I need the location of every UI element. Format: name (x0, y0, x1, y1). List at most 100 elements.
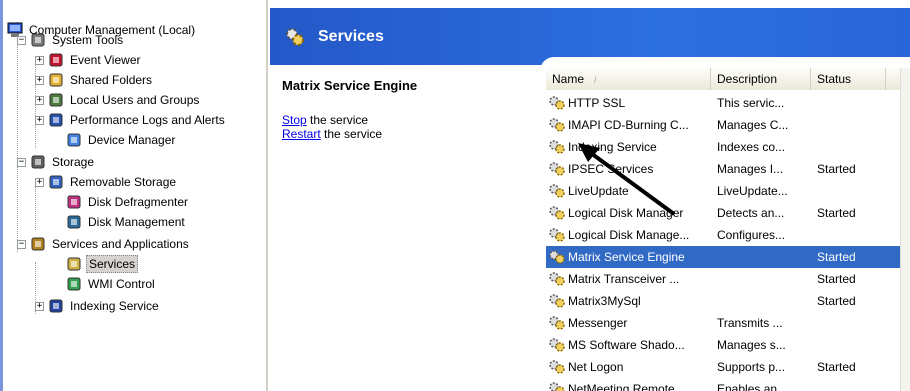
service-description: LiveUpdate... (717, 184, 788, 198)
tree-item-local-users-and-groups[interactable]: + Local Users and Groups (35, 90, 201, 110)
tree-item-indexing-service[interactable]: + Indexing Service (35, 296, 161, 316)
service-name-cell: MS Software Shado... (546, 337, 711, 353)
tree-item-label: Indexing Service (70, 299, 159, 313)
service-name: Matrix3MySql (568, 294, 641, 308)
service-name: Matrix Transceiver ... (568, 272, 680, 286)
service-gear-icon (548, 227, 566, 243)
service-gear-icon (548, 293, 566, 309)
column-header-name[interactable]: Name / (546, 68, 711, 90)
expand-icon[interactable]: + (35, 115, 44, 125)
tools-icon (30, 32, 46, 48)
service-row[interactable]: Matrix Transceiver ... Started (546, 268, 910, 290)
tree-item-label: Local Users and Groups (70, 93, 200, 107)
service-gear-icon (548, 117, 566, 133)
service-name: Messenger (568, 316, 628, 330)
tree-item-label: Event Viewer (70, 53, 141, 67)
tree-item-shared-folders[interactable]: + Shared Folders (35, 70, 154, 90)
tree-item-system-tools[interactable]: − System Tools (17, 30, 125, 50)
tree-item-storage[interactable]: − Storage (17, 152, 96, 172)
service-status: Started (817, 272, 856, 286)
service-name: Net Logon (568, 360, 624, 374)
collapse-icon[interactable]: − (17, 35, 26, 45)
expand-icon[interactable]: + (35, 55, 44, 65)
service-gear-icon (548, 249, 566, 265)
vertical-scrollbar[interactable] (900, 68, 910, 391)
tree-item-disk-defragmenter[interactable]: Disk Defragmenter (53, 192, 190, 212)
service-status: Started (817, 360, 856, 374)
service-name: IMAPI CD-Burning C... (568, 118, 689, 132)
service-row[interactable]: HTTP SSL This servic... (546, 92, 910, 114)
service-name-cell: Net Logon (546, 359, 711, 375)
tree-item-label: Services and Applications (52, 237, 189, 251)
tree-item-services[interactable]: Services (53, 254, 139, 274)
service-row[interactable]: Net Logon Supports p... Started (546, 356, 910, 378)
tree-item-label: Disk Defragmenter (88, 195, 189, 209)
services-list[interactable]: Name / Description Status HTTP SSL This se… (546, 68, 910, 391)
tree-item-label: Shared Folders (70, 73, 153, 87)
tree-item-label: Services (86, 255, 139, 273)
service-gear-icon (548, 271, 566, 287)
service-description: Detects an... (717, 206, 785, 220)
service-status: Started (817, 250, 856, 264)
defrag-icon (66, 194, 82, 210)
disk-management-icon (66, 214, 82, 230)
service-row[interactable]: Matrix Service Engine Started (546, 246, 910, 268)
tree-item-disk-management[interactable]: Disk Management (53, 212, 187, 232)
service-gear-icon (548, 315, 566, 331)
stop-service-link[interactable]: Stop (282, 113, 307, 127)
service-name-cell: Logical Disk Manage... (546, 227, 711, 243)
tree-item-services-and-applications[interactable]: − Services and Applications (17, 234, 191, 254)
tree-item-label: Device Manager (88, 133, 176, 147)
tree-item-label: Disk Management (88, 215, 185, 229)
column-header-status[interactable]: Status (811, 68, 886, 90)
collapse-icon[interactable]: − (17, 157, 26, 167)
expand-icon[interactable]: + (35, 301, 44, 311)
service-description: Indexes co... (717, 140, 786, 154)
service-description: Transmits ... (717, 316, 783, 330)
tree-item-label: Performance Logs and Alerts (70, 113, 225, 127)
collapse-icon[interactable]: − (17, 239, 26, 249)
tree-item-performance-logs-and-alerts[interactable]: + Performance Logs and Alerts (35, 110, 227, 130)
expand-icon[interactable]: + (35, 177, 44, 187)
tree-item-removable-storage[interactable]: + Removable Storage (35, 172, 178, 192)
restart-service-link[interactable]: Restart (282, 127, 321, 141)
service-status: Started (817, 294, 856, 308)
service-row[interactable]: IMAPI CD-Burning C... Manages C... (546, 114, 910, 136)
tree-item-wmi-control[interactable]: WMI Control (53, 274, 157, 294)
service-gear-icon (548, 205, 566, 221)
users-icon (48, 92, 64, 108)
service-status: Started (817, 206, 856, 220)
service-gear-icon (548, 381, 566, 391)
services-gear-icon (284, 26, 306, 48)
service-name: NetMeeting Remote ... (568, 382, 689, 391)
storage-icon (30, 154, 46, 170)
tree-item-device-manager[interactable]: Device Manager (53, 130, 177, 150)
column-header-description[interactable]: Description (711, 68, 811, 90)
service-row[interactable]: NetMeeting Remote ... Enables an... (546, 378, 910, 391)
service-name-cell: HTTP SSL (546, 95, 711, 111)
service-name-cell: Messenger (546, 315, 711, 331)
service-description: Manages C... (717, 118, 789, 132)
stop-service-text: the service (306, 113, 369, 127)
service-row[interactable]: MS Software Shado... Manages s... (546, 334, 910, 356)
expand-icon[interactable]: + (35, 95, 44, 105)
service-description: Manages I... (717, 162, 784, 176)
service-name-cell: Matrix3MySql (546, 293, 711, 309)
selected-service-title: Matrix Service Engine (282, 78, 418, 93)
sort-indicator: / (594, 75, 597, 85)
expand-icon[interactable]: + (35, 75, 44, 85)
device-manager-icon (66, 132, 82, 148)
service-row[interactable]: Matrix3MySql Started (546, 290, 910, 312)
service-description: Supports p... (717, 360, 786, 374)
tree-item-label: Removable Storage (70, 175, 177, 189)
service-row[interactable]: Messenger Transmits ... (546, 312, 910, 334)
wmi-icon (66, 276, 82, 292)
service-gear-icon (548, 359, 566, 375)
column-header-bar: Name / Description Status (546, 68, 910, 90)
service-row[interactable]: Logical Disk Manage... Configures... (546, 224, 910, 246)
tree-item-event-viewer[interactable]: + Event Viewer (35, 50, 142, 70)
console-tree[interactable]: Computer Management (Local) − System Tool… (0, 0, 268, 391)
